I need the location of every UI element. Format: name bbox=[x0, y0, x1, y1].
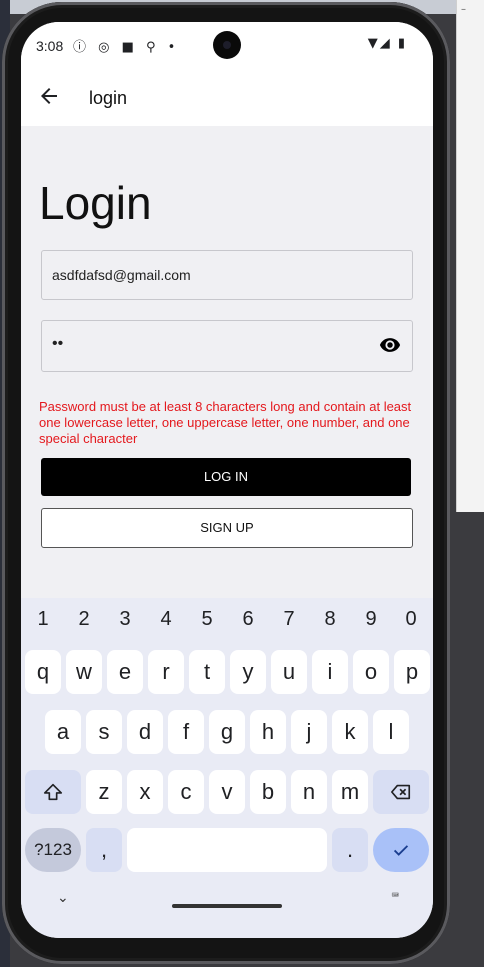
key-h[interactable]: h bbox=[250, 710, 286, 754]
key-t[interactable]: t bbox=[189, 650, 225, 694]
ide-side-toolbar: – bbox=[456, 0, 484, 512]
status-system-icons: ▼◢ ▮ bbox=[367, 36, 407, 51]
key-k[interactable]: k bbox=[332, 710, 368, 754]
checkmark-icon bbox=[393, 845, 409, 856]
key-6[interactable]: 6 bbox=[228, 608, 268, 631]
key-s[interactable]: s bbox=[86, 710, 122, 754]
front-camera bbox=[213, 31, 241, 59]
backspace-icon bbox=[391, 784, 411, 800]
key-8[interactable]: 8 bbox=[310, 608, 350, 631]
key-2[interactable]: 2 bbox=[64, 608, 104, 631]
key-e[interactable]: e bbox=[107, 650, 143, 694]
enter-key[interactable] bbox=[373, 828, 429, 872]
backspace-key[interactable] bbox=[373, 770, 429, 814]
key-c[interactable]: c bbox=[168, 770, 204, 814]
nav-bar: ⌄ ⌨ bbox=[21, 878, 433, 938]
key-o[interactable]: o bbox=[353, 650, 389, 694]
key-1[interactable]: 1 bbox=[23, 608, 63, 631]
home-gesture-bar[interactable] bbox=[172, 904, 282, 908]
device-frame: 3:08 ⓘ ◎ ■ ⚲ • ▼◢ ▮ login Login asdfdafs… bbox=[2, 2, 450, 964]
login-button[interactable]: LOG IN bbox=[41, 458, 411, 496]
key-p[interactable]: p bbox=[394, 650, 430, 694]
app-bar-title: login bbox=[89, 88, 128, 108]
key-l[interactable]: l bbox=[373, 710, 409, 754]
key-z[interactable]: z bbox=[86, 770, 122, 814]
shift-key[interactable] bbox=[25, 770, 81, 814]
app-bar: login bbox=[21, 70, 433, 126]
key-4[interactable]: 4 bbox=[146, 608, 186, 631]
key-d[interactable]: d bbox=[127, 710, 163, 754]
comma-key[interactable]: , bbox=[86, 828, 122, 872]
status-notification-icons: ⓘ ◎ ■ ⚲ • bbox=[73, 40, 180, 55]
shift-icon bbox=[43, 783, 63, 801]
key-a[interactable]: a bbox=[45, 710, 81, 754]
device-screen: 3:08 ⓘ ◎ ■ ⚲ • ▼◢ ▮ login Login asdfdafs… bbox=[21, 22, 433, 938]
password-error-message: Password must be at least 8 characters l… bbox=[39, 399, 412, 446]
key-x[interactable]: x bbox=[127, 770, 163, 814]
symbols-key[interactable]: ?123 bbox=[25, 828, 81, 872]
key-9[interactable]: 9 bbox=[351, 608, 391, 631]
page-title: Login bbox=[39, 177, 152, 229]
space-key[interactable] bbox=[127, 828, 327, 872]
key-n[interactable]: n bbox=[291, 770, 327, 814]
key-v[interactable]: v bbox=[209, 770, 245, 814]
key-0[interactable]: 0 bbox=[391, 608, 431, 631]
key-f[interactable]: f bbox=[168, 710, 204, 754]
email-field[interactable]: asdfdafsd@gmail.com bbox=[41, 250, 413, 300]
key-7[interactable]: 7 bbox=[269, 608, 309, 631]
email-value: asdfdafsd@gmail.com bbox=[52, 267, 191, 283]
signup-button[interactable]: SIGN UP bbox=[41, 508, 413, 548]
keyboard-icon[interactable]: ⌨ bbox=[392, 888, 399, 902]
soft-keyboard: 1 2 3 4 5 6 7 8 9 0 q w e r t y u i o p bbox=[21, 598, 433, 938]
status-bar: 3:08 ⓘ ◎ ■ ⚲ • ▼◢ ▮ bbox=[21, 22, 433, 70]
key-3[interactable]: 3 bbox=[105, 608, 145, 631]
key-j[interactable]: j bbox=[291, 710, 327, 754]
key-g[interactable]: g bbox=[209, 710, 245, 754]
panel-dash: – bbox=[461, 4, 466, 15]
chevron-down-icon[interactable]: ⌄ bbox=[57, 890, 69, 906]
key-i[interactable]: i bbox=[312, 650, 348, 694]
period-key[interactable]: . bbox=[332, 828, 368, 872]
arrow-left-icon[interactable] bbox=[37, 84, 61, 108]
status-time: 3:08 bbox=[36, 38, 64, 54]
password-field[interactable]: •• bbox=[41, 320, 413, 372]
key-b[interactable]: b bbox=[250, 770, 286, 814]
eye-icon[interactable] bbox=[378, 334, 402, 356]
login-form: Login asdfdafsd@gmail.com •• Password mu… bbox=[21, 126, 433, 598]
key-5[interactable]: 5 bbox=[187, 608, 227, 631]
key-m[interactable]: m bbox=[332, 770, 368, 814]
key-y[interactable]: y bbox=[230, 650, 266, 694]
key-q[interactable]: q bbox=[25, 650, 61, 694]
key-w[interactable]: w bbox=[66, 650, 102, 694]
key-r[interactable]: r bbox=[148, 650, 184, 694]
keyboard-number-row: 1 2 3 4 5 6 7 8 9 0 bbox=[21, 608, 433, 638]
password-value: •• bbox=[52, 335, 64, 352]
key-u[interactable]: u bbox=[271, 650, 307, 694]
